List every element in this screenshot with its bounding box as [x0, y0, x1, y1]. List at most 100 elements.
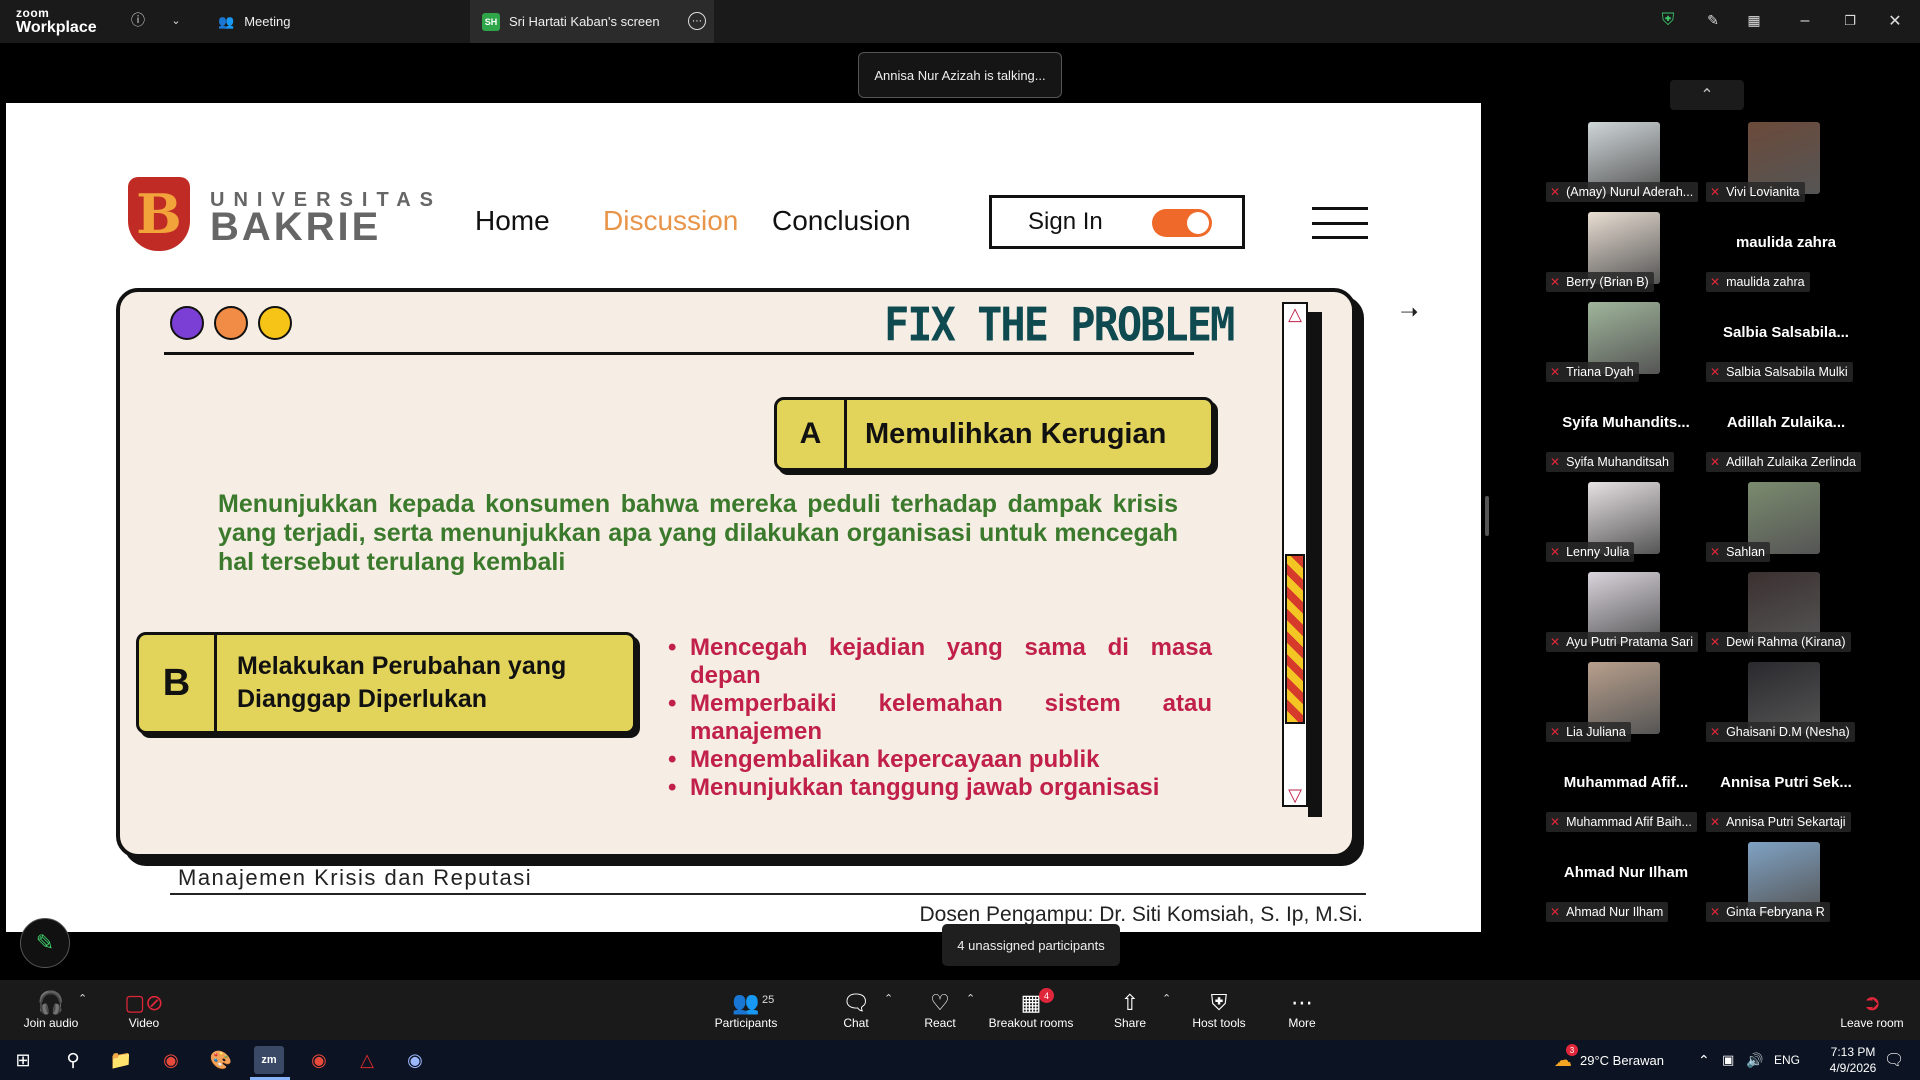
participant-tile[interactable]: maulida zahra ✕ maulida zahra — [1706, 212, 1866, 302]
yellow-dot — [258, 306, 292, 340]
hamburger-menu-icon — [1312, 207, 1368, 239]
search-icon[interactable]: ⚲ — [58, 1046, 88, 1074]
view-layout-icon[interactable]: ▦ — [1744, 10, 1764, 30]
share-options-caret-icon[interactable]: ⌃ — [1162, 992, 1171, 1005]
file-explorer-icon[interactable]: 📁 — [106, 1046, 136, 1074]
participant-tile[interactable]: ✕ (Amay) Nurul Aderah... — [1546, 122, 1706, 212]
camera-app-icon[interactable]: ◉ — [400, 1046, 430, 1074]
panel-resize-handle[interactable] — [1485, 496, 1489, 536]
participant-tile[interactable]: ✕ Triana Dyah — [1546, 302, 1706, 392]
participant-tile[interactable]: ✕ Sahlan — [1706, 482, 1866, 572]
chrome-icon[interactable]: ◉ — [156, 1046, 186, 1074]
slide-nav-discussion: Discussion — [603, 205, 739, 236]
orange-dot — [214, 306, 248, 340]
chevron-down-icon[interactable]: ⌄ — [166, 10, 186, 30]
close-icon[interactable]: ✕ — [1880, 8, 1910, 34]
meeting-people-icon: 👥 — [218, 13, 235, 29]
more-options-icon[interactable]: ⋯ — [688, 12, 706, 30]
participants-button[interactable]: 👥 Participants — [710, 980, 782, 1040]
section-a-letter: A — [777, 400, 847, 468]
mic-muted-icon: ✕ — [1550, 185, 1561, 199]
chat-button[interactable]: 🗨 Chat — [836, 980, 876, 1040]
participant-name-label: ✕ Muhammad Afif Baih... — [1546, 812, 1697, 832]
restore-icon[interactable]: ❐ — [1835, 8, 1865, 34]
breakout-label: Breakout rooms — [988, 1016, 1074, 1030]
network-icon[interactable]: ▣ — [1722, 1040, 1734, 1080]
more-dots-icon: ⋯ — [1291, 990, 1313, 1015]
breakout-rooms-button[interactable]: ▦ Breakout rooms — [986, 980, 1076, 1040]
volume-icon[interactable]: 🔊 — [1746, 1040, 1763, 1080]
participant-name: Lenny Julia — [1566, 545, 1630, 559]
mic-muted-icon: ✕ — [1710, 815, 1721, 829]
language-indicator[interactable]: ENG — [1774, 1040, 1800, 1080]
participant-tile[interactable]: Syifa Muhandits... ✕ Syifa Muhanditsah — [1546, 392, 1706, 482]
participant-name-label: ✕ Ghaisani D.M (Nesha) — [1706, 722, 1855, 742]
tab-meeting[interactable]: 👥 Meeting — [218, 0, 468, 43]
participant-tile[interactable]: ✕ Lia Juliana — [1546, 662, 1706, 752]
participant-tile[interactable]: ✕ Ayu Putri Pratama Sari — [1546, 572, 1706, 662]
leave-label: Leave room — [1840, 1016, 1904, 1030]
participant-display-name: Salbia Salsabila... — [1723, 324, 1849, 341]
participant-name-label: ✕ Sahlan — [1706, 542, 1770, 562]
participant-tile[interactable]: ✕ Ghaisani D.M (Nesha) — [1706, 662, 1866, 752]
headphones-icon: 🎧 — [37, 990, 65, 1015]
annotate-pen-icon[interactable]: ✎ — [1703, 10, 1723, 30]
participant-count: 25 — [762, 994, 775, 1006]
participant-tile[interactable]: Adillah Zulaika... ✕ Adillah Zulaika Zerli… — [1706, 392, 1866, 482]
participant-name: (Amay) Nurul Aderah... — [1566, 185, 1694, 199]
host-tools-button[interactable]: ⛨ Host tools — [1188, 980, 1250, 1040]
panel-title: FIX THE PROBLEM — [884, 297, 1235, 352]
participant-tile[interactable]: Salbia Salsabila... ✕ Salbia Salsabila Mul… — [1706, 302, 1866, 392]
mic-muted-icon: ✕ — [1550, 545, 1561, 559]
info-icon[interactable]: ⓘ — [128, 10, 148, 30]
more-button[interactable]: ⋯ More — [1286, 980, 1318, 1040]
mic-muted-icon: ✕ — [1550, 365, 1561, 379]
purple-dot — [170, 306, 204, 340]
participant-name: Sahlan — [1726, 545, 1765, 559]
participant-name: Muhammad Afif Baih... — [1566, 815, 1692, 829]
video-button[interactable]: ▢⊘ Video — [116, 980, 172, 1040]
security-shield-icon[interactable]: ⛨ — [1658, 10, 1678, 30]
content-panel: FIX THE PROBLEM A Memulihkan Kerugian Me… — [116, 288, 1356, 858]
gallery-scroll-up-button[interactable]: ⌃ — [1670, 80, 1744, 110]
chat-options-caret-icon[interactable]: ⌃ — [884, 992, 893, 1005]
join-audio-button[interactable]: 🎧 Join audio — [20, 980, 82, 1040]
sharer-initials-badge: SH — [482, 12, 500, 31]
participant-name-label: ✕ Annisa Putri Sekartaji — [1706, 812, 1851, 832]
annotation-pen-button[interactable]: ✎ — [20, 918, 70, 968]
zoom-app-icon[interactable]: zm — [254, 1046, 284, 1074]
participant-tile[interactable]: Annisa Putri Sek... ✕ Annisa Putri Sekarta… — [1706, 752, 1866, 842]
tab-shared-screen[interactable]: SH Sri Hartati Kaban's screen ⋯ — [470, 0, 714, 43]
notification-icon[interactable]: 🗨 — [1884, 1040, 1904, 1080]
react-options-caret-icon[interactable]: ⌃ — [966, 992, 975, 1005]
shared-screen-slide: B UNIVERSITAS BAKRIE Home Discussion Con… — [6, 103, 1481, 932]
show-hidden-icons-icon[interactable]: ⌃ — [1698, 1040, 1710, 1080]
participant-display-name: Adillah Zulaika... — [1726, 414, 1846, 431]
participant-tile[interactable]: Ahmad Nur Ilham ✕ Ahmad Nur Ilham — [1546, 842, 1706, 932]
mic-muted-icon: ✕ — [1710, 185, 1721, 199]
sign-in-label: Sign In — [1028, 208, 1103, 235]
participant-name-label: ✕ (Amay) Nurul Aderah... — [1546, 182, 1699, 202]
windows-start-icon[interactable]: ⊞ — [8, 1046, 38, 1074]
slide-nav-home: Home — [475, 205, 550, 236]
acrobat-icon[interactable]: △ — [352, 1046, 382, 1074]
meeting-toolbar: 🎧 Join audio ⌃ ▢⊘ Video 👥 Participants 2… — [0, 980, 1920, 1040]
participant-tile[interactable]: ✕ Berry (Brian B) — [1546, 212, 1706, 302]
participant-name-label: ✕ maulida zahra — [1706, 272, 1810, 292]
participant-tile[interactable]: ✕ Vivi Lovianita — [1706, 122, 1866, 212]
participant-tile[interactable]: ✕ Dewi Rahma (Kirana) — [1706, 572, 1866, 662]
react-button[interactable]: ♡ React — [920, 980, 960, 1040]
participant-name-label: ✕ Berry (Brian B) — [1546, 272, 1654, 292]
paint-icon[interactable]: 🎨 — [206, 1046, 236, 1074]
chrome-profile-icon[interactable]: ◉ — [304, 1046, 334, 1074]
leave-room-button[interactable]: ➲ Leave room — [1838, 980, 1906, 1040]
minimize-icon[interactable]: – — [1790, 8, 1820, 34]
share-button[interactable]: ⇧ Share — [1110, 980, 1150, 1040]
participant-tile[interactable]: Muhammad Afif... ✕ Muhammad Afif Baih... — [1546, 752, 1706, 842]
participant-tile[interactable]: ✕ Ginta Febryana R — [1706, 842, 1866, 932]
participant-tile[interactable]: ✕ Lenny Julia — [1546, 482, 1706, 572]
clock[interactable]: 7:13 PM 4/9/2026 — [1818, 1040, 1888, 1080]
audio-options-caret-icon[interactable]: ⌃ — [78, 992, 87, 1005]
section-b-bullets: Mencegah kejadian yang sama di masa depa… — [666, 634, 1212, 802]
toggle-switch — [1152, 209, 1212, 237]
